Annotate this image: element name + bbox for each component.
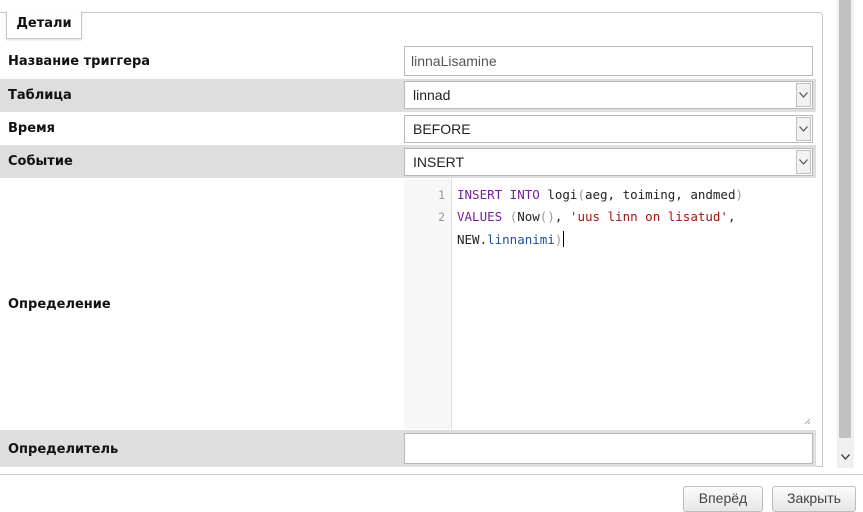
definer-label: Определитель	[8, 442, 119, 457]
resize-grip-icon[interactable]	[803, 417, 811, 425]
table-select[interactable]: linnad	[404, 81, 813, 109]
next-button[interactable]: Вперёд	[683, 486, 763, 512]
event-label: Событие	[8, 154, 73, 169]
row-event: Событие INSERT	[0, 145, 816, 178]
event-select-value: INSERT	[413, 154, 465, 170]
text-cursor	[563, 231, 565, 247]
row-definer: Определитель	[0, 430, 816, 467]
trigger-name-label: Название триггера	[8, 54, 151, 69]
chevron-down-icon[interactable]	[796, 117, 811, 141]
line-number: 2	[438, 210, 445, 224]
line-number: 1	[438, 188, 445, 202]
row-time: Время BEFORE	[0, 112, 816, 145]
event-select[interactable]: INSERT	[404, 148, 813, 176]
chevron-down-icon[interactable]	[796, 150, 811, 174]
row-definition: Определение 1 2 INSERT INTO logi(aeg, to…	[0, 179, 816, 429]
definer-input[interactable]	[404, 433, 813, 464]
code-line: VALUES (Now(), 'uus linn on lisatud',	[457, 209, 736, 224]
vertical-scrollbar[interactable]	[837, 0, 854, 468]
definition-label: Определение	[8, 297, 111, 312]
definition-code-editor[interactable]: 1 2 INSERT INTO logi(aeg, toiming, andme…	[404, 179, 815, 429]
time-label: Время	[8, 121, 56, 136]
time-select-value: BEFORE	[413, 121, 471, 137]
line-number-gutter: 1 2	[404, 179, 452, 429]
close-button[interactable]: Закрыть	[772, 486, 856, 512]
footer-divider	[0, 474, 863, 475]
chevron-down-icon[interactable]	[796, 83, 811, 107]
details-legend: Детали	[6, 11, 82, 39]
details-fieldset: Детали Название триггера linnaLisamine Т…	[0, 11, 823, 467]
time-select[interactable]: BEFORE	[404, 115, 813, 143]
code-line: NEW.linnanimi)	[457, 231, 565, 247]
table-select-value: linnad	[413, 87, 451, 103]
code-line: INSERT INTO logi(aeg, toiming, andmed)	[457, 187, 744, 202]
chevron-down-icon[interactable]	[837, 446, 854, 468]
trigger-name-input[interactable]: linnaLisamine	[404, 46, 813, 76]
table-label: Таблица	[8, 88, 72, 103]
scrollbar-thumb[interactable]	[839, 0, 851, 438]
row-trigger-name: Название триггера linnaLisamine	[0, 43, 816, 79]
row-table: Таблица linnad	[0, 79, 816, 112]
